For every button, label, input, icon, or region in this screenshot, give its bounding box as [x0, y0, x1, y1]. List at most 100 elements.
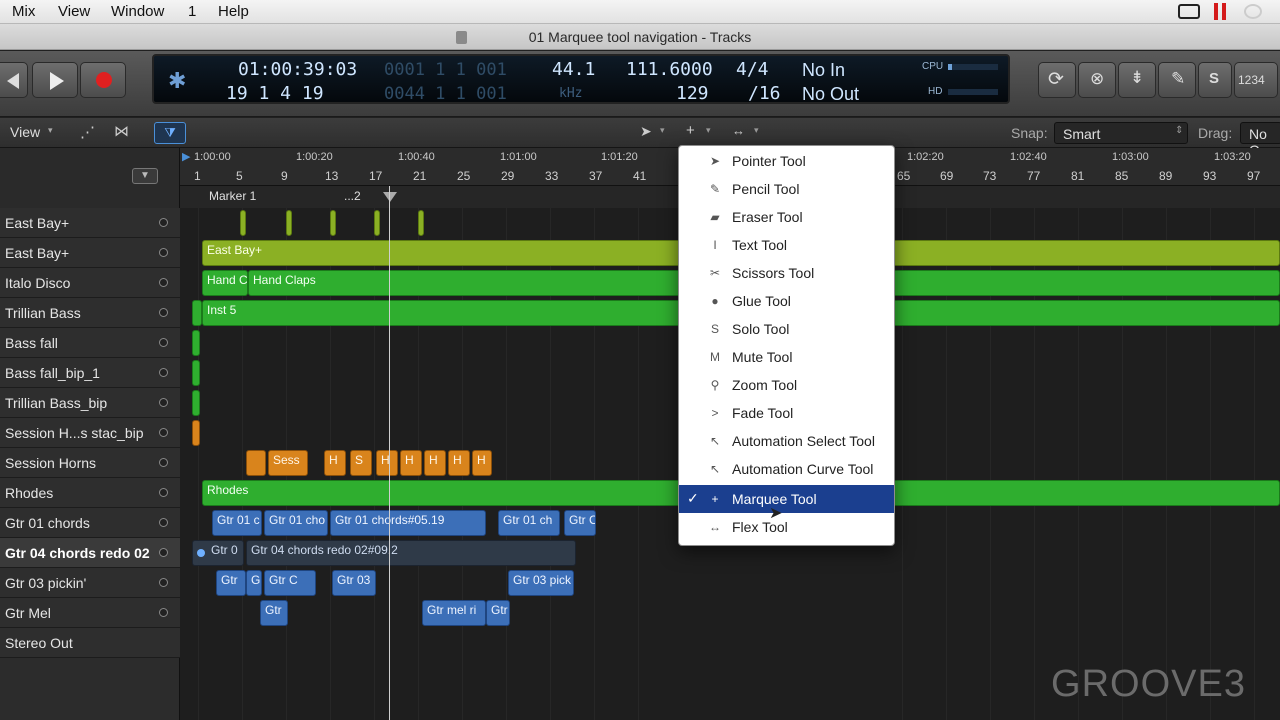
menu-view[interactable]: View: [58, 3, 90, 20]
track-header[interactable]: Stereo Out: [0, 628, 180, 658]
region-gtr01[interactable]: Gtr 01 chords#05.19: [330, 510, 486, 536]
region-gtr04[interactable]: Gtr 0: [192, 540, 244, 566]
region-horns[interactable]: H: [376, 450, 398, 476]
track-header[interactable]: Gtr 03 pickin': [0, 568, 180, 598]
track-status-icon[interactable]: [159, 308, 168, 317]
menu-help[interactable]: Help: [218, 3, 249, 20]
region-horns[interactable]: H: [448, 450, 470, 476]
catch-icon[interactable]: ⋰: [80, 123, 95, 141]
region-horns[interactable]: H: [400, 450, 422, 476]
playhead-handle-icon[interactable]: [383, 192, 397, 202]
gear-icon[interactable]: ✱: [168, 68, 186, 94]
region-horns[interactable]: H: [324, 450, 346, 476]
track-status-icon[interactable]: [159, 608, 168, 617]
track-status-icon[interactable]: [159, 488, 168, 497]
lcd-timecode[interactable]: 01:00:39:03: [238, 59, 357, 80]
track-header[interactable]: Bass fall: [0, 328, 180, 358]
region-gtr01[interactable]: Gtr 01 cho: [264, 510, 328, 536]
region-gtr03[interactable]: G: [246, 570, 262, 596]
region-horns[interactable]: H: [472, 450, 492, 476]
menu-1[interactable]: 1: [188, 3, 196, 20]
track-status-icon[interactable]: [159, 248, 168, 257]
glue-tool-item[interactable]: ● Glue Tool: [679, 287, 894, 315]
track-header[interactable]: Trillian Bass_bip: [0, 388, 180, 418]
replace-button[interactable]: ⊗: [1078, 62, 1116, 98]
track-header[interactable]: Gtr 01 chords: [0, 508, 180, 538]
drag-select[interactable]: No O: [1240, 122, 1280, 158]
pointer-tool-item[interactable]: ➤ Pointer Tool: [679, 147, 894, 175]
track-header[interactable]: Trillian Bass: [0, 298, 180, 328]
track-status-icon[interactable]: [159, 548, 168, 557]
track-header[interactable]: East Bay+: [0, 238, 180, 268]
lcd-in-locator[interactable]: No In: [802, 60, 845, 81]
command-click-tool-icon[interactable]: +: [686, 122, 695, 139]
track-status-icon[interactable]: [159, 368, 168, 377]
region-gtrmel[interactable]: Gtr mel ri: [422, 600, 486, 626]
flex-tool-toolbar-icon[interactable]: ↔: [732, 123, 745, 138]
lcd-sample-rate[interactable]: 44.1: [552, 59, 595, 80]
region-gtr01[interactable]: Gtr 01 c: [212, 510, 262, 536]
track-header[interactable]: Gtr Mel: [0, 598, 180, 628]
region-gtr01[interactable]: Gtr C: [564, 510, 596, 536]
play-button[interactable]: [32, 62, 78, 98]
track-header[interactable]: Rhodes: [0, 478, 180, 508]
pause-icon-left[interactable]: [1214, 3, 1218, 20]
region-horns[interactable]: S: [350, 450, 372, 476]
region-sess[interactable]: Sess: [268, 450, 308, 476]
region-gtrmel[interactable]: Gtr: [486, 600, 510, 626]
region[interactable]: [192, 420, 200, 446]
flex-tool-item[interactable]: ↔ Flex Tool: [679, 513, 894, 541]
screen-record-icon[interactable]: [1178, 4, 1200, 19]
view-menu[interactable]: View: [10, 124, 40, 140]
track-status-icon[interactable]: [159, 338, 168, 347]
track-header[interactable]: Bass fall_bip_1: [0, 358, 180, 388]
track-status-icon[interactable]: [159, 518, 168, 527]
fade-tool-item[interactable]: > Fade Tool: [679, 399, 894, 427]
region-gtr03[interactable]: Gtr: [216, 570, 246, 596]
marker-1[interactable]: Marker 1: [209, 189, 256, 203]
region-hand-c[interactable]: Hand C: [202, 270, 248, 296]
track-header[interactable]: Session Horns: [0, 448, 180, 478]
solo-button[interactable]: S: [1198, 62, 1232, 98]
region[interactable]: [418, 210, 424, 236]
flex-view-icon[interactable]: ⋈: [114, 122, 129, 140]
region[interactable]: [246, 450, 266, 476]
snap-select[interactable]: Smart ⇕: [1054, 122, 1188, 144]
track-status-icon[interactable]: [159, 218, 168, 227]
track-status-icon[interactable]: [159, 458, 168, 467]
cycle-button[interactable]: ⟳: [1038, 62, 1076, 98]
pencil-tool-item[interactable]: ✎ Pencil Tool: [679, 175, 894, 203]
menu-mix[interactable]: Mix: [12, 3, 35, 20]
marquee-tool-item[interactable]: ✓ + Marquee Tool: [679, 485, 894, 513]
solo-tool-item[interactable]: S Solo Tool: [679, 315, 894, 343]
region[interactable]: [192, 300, 202, 326]
count-in-button[interactable]: 1234: [1234, 62, 1278, 98]
pause-icon-right[interactable]: [1222, 3, 1226, 20]
region-horns[interactable]: H: [424, 450, 446, 476]
marker-2[interactable]: ...2: [344, 189, 361, 203]
track-status-icon[interactable]: [159, 428, 168, 437]
track-status-icon[interactable]: [159, 278, 168, 287]
autopunch-button[interactable]: ⇟: [1118, 62, 1156, 98]
rewind-button[interactable]: [0, 62, 28, 98]
zoom-tool-item[interactable]: ⚲ Zoom Tool: [679, 371, 894, 399]
lcd-tempo[interactable]: 111.6000: [626, 59, 713, 80]
tuner-button[interactable]: ✎: [1158, 62, 1196, 98]
region-gtr04[interactable]: Gtr 04 chords redo 02#09.2: [246, 540, 576, 566]
track-status-icon[interactable]: [159, 398, 168, 407]
menu-window[interactable]: Window: [111, 3, 164, 20]
region[interactable]: [192, 330, 200, 356]
left-click-tool-icon[interactable]: ➤: [640, 123, 652, 140]
notification-icon[interactable]: [1244, 4, 1262, 19]
lcd-bar-position[interactable]: 19 1 4 19: [226, 83, 324, 104]
region-gtr03[interactable]: Gtr 03 pick: [508, 570, 574, 596]
text-tool-item[interactable]: I Text Tool: [679, 231, 894, 259]
automation-select-tool-item[interactable]: ↖ Automation Select Tool: [679, 427, 894, 455]
region[interactable]: [374, 210, 380, 236]
mute-tool-item[interactable]: M Mute Tool: [679, 343, 894, 371]
region-gtr01[interactable]: Gtr 01 ch: [498, 510, 560, 536]
track-header-selected[interactable]: Gtr 04 chords redo 02: [0, 538, 180, 568]
region-gtr03[interactable]: Gtr 03: [332, 570, 376, 596]
lcd-signature[interactable]: 4/4: [736, 59, 769, 80]
filter-icon[interactable]: ⧩: [154, 122, 186, 144]
